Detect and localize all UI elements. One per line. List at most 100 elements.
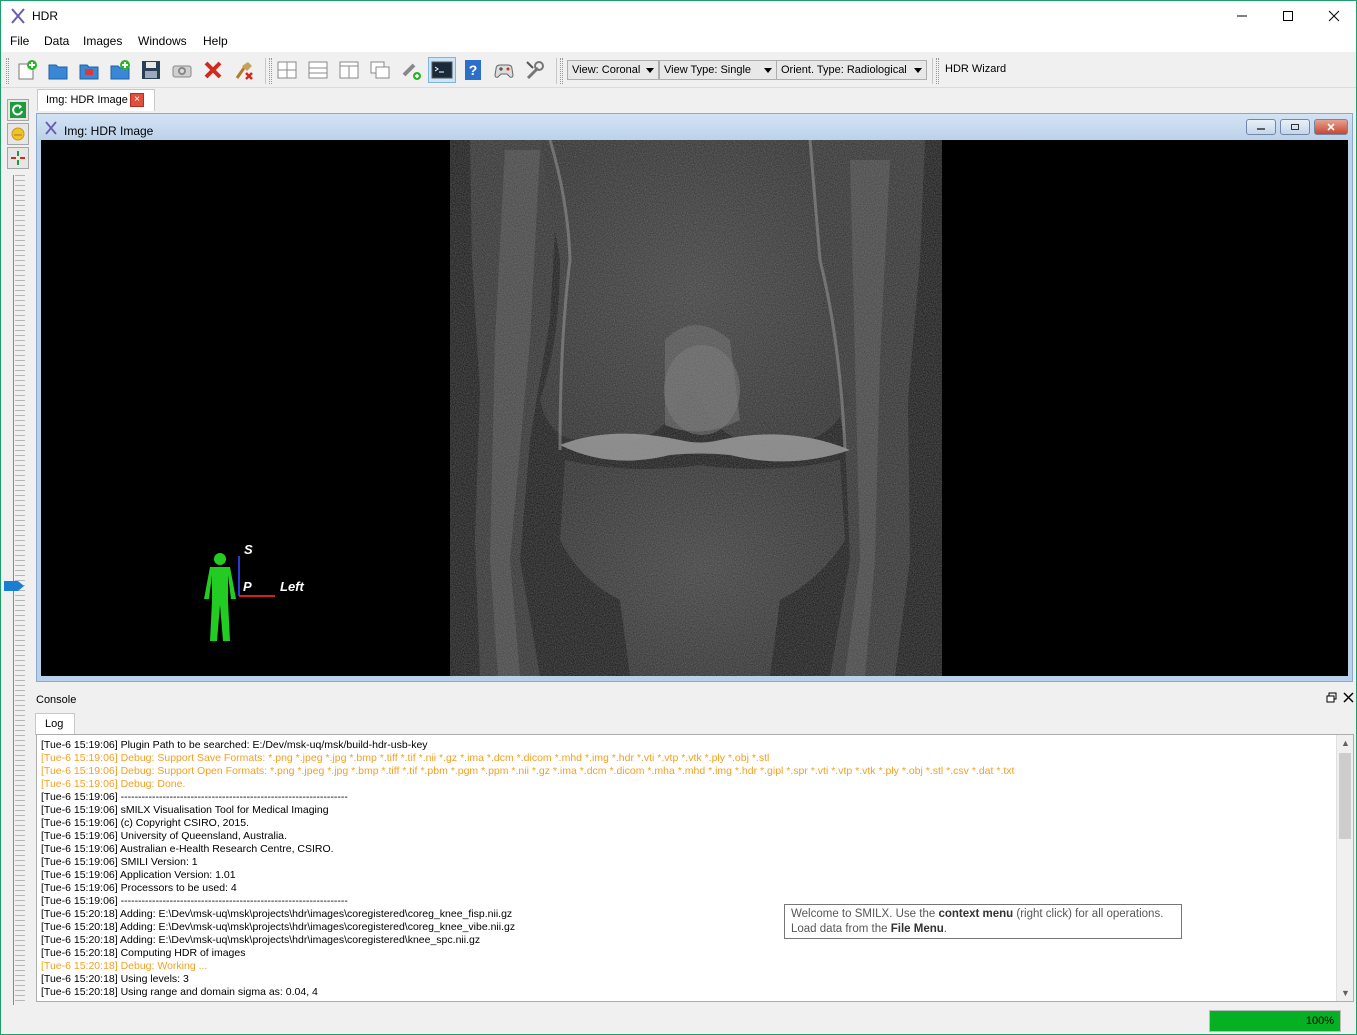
log-line: [Tue-6 15:19:06] -----------------------… — [41, 791, 348, 803]
svg-text:?: ? — [469, 62, 478, 78]
open-folder-button[interactable] — [44, 57, 72, 83]
view-type-select[interactable]: View Type: Single — [659, 60, 777, 80]
layout-cascade-button[interactable] — [366, 57, 394, 83]
log-line: [Tue-6 15:19:06] sMILX Visualisation Too… — [41, 804, 329, 816]
folder-icon — [48, 64, 68, 80]
orient-type-select-value: Orient. Type: Radiological — [781, 64, 907, 76]
layout-vertical-button[interactable] — [335, 57, 363, 83]
toolbar-grip[interactable] — [269, 58, 272, 84]
crosshair-button[interactable] — [7, 147, 29, 169]
scroll-up-button[interactable]: ▲ — [1337, 735, 1353, 751]
image-viewport[interactable]: S P Left — [41, 140, 1348, 676]
chevron-down-icon — [646, 68, 654, 73]
window-title: HDR — [32, 9, 58, 23]
main-toolbar: ? View: Coronal View Type: Single Orient… — [1, 52, 1356, 88]
delete-x-icon — [204, 61, 222, 79]
menu-bar: File Data Images Windows Help — [1, 31, 1356, 52]
subwindow-minimize-button[interactable] — [1246, 119, 1276, 135]
hdr-wizard-button[interactable]: HDR Wizard — [945, 63, 1006, 75]
close-icon — [1327, 123, 1335, 131]
restore-icon — [1291, 124, 1299, 130]
close-icon — [1328, 10, 1340, 22]
camera-icon — [172, 65, 192, 78]
layout-horizontal-button[interactable] — [304, 57, 332, 83]
log-line: [Tue-6 15:20:18] Computing HDR of images — [41, 947, 246, 959]
orientation-posterior-label: P — [243, 579, 252, 594]
help-button[interactable]: ? — [459, 57, 487, 83]
toolbar-separator — [265, 58, 266, 84]
games-button[interactable] — [490, 57, 518, 83]
folder-image-icon — [79, 64, 99, 80]
help-icon: ? — [465, 60, 481, 80]
link-windows-button[interactable] — [397, 57, 425, 83]
scrollbar-thumb[interactable] — [1339, 753, 1351, 839]
open-image-button[interactable] — [75, 57, 103, 83]
tab-log-label: Log — [45, 718, 64, 730]
view-select[interactable]: View: Coronal — [567, 60, 659, 80]
view-type-select-value: View Type: Single — [664, 64, 752, 76]
toolbar-grip[interactable] — [936, 58, 939, 84]
delete-button[interactable] — [199, 57, 227, 83]
maximize-button[interactable] — [1265, 1, 1311, 31]
log-line: [Tue-6 15:19:06] Australian e-Health Res… — [41, 843, 334, 855]
log-line: [Tue-6 15:20:18] Using range and domain … — [41, 986, 318, 998]
chevron-down-icon — [914, 68, 922, 73]
tooltip-text: Load data from the — [791, 923, 891, 935]
save-button[interactable] — [137, 57, 165, 83]
screenshot-button[interactable] — [168, 57, 196, 83]
subwindow-title-bar[interactable]: Img: HDR Image — [37, 114, 1352, 140]
toolbar-separator — [556, 58, 557, 84]
console-log-area[interactable]: [Tue-6 15:19:06] Plugin Path to be searc… — [36, 734, 1354, 1002]
orient-type-select[interactable]: Orient. Type: Radiological — [776, 60, 927, 80]
tooltip-line-2: Load data from the File Menu. — [791, 922, 1175, 937]
minimize-button[interactable] — [1219, 1, 1265, 31]
tooltip-text: Welcome to SMILX. Use the — [791, 908, 939, 920]
wrench-icon — [526, 61, 544, 80]
tools-button[interactable] — [521, 57, 549, 83]
knee-mri-slice — [450, 140, 942, 676]
menu-file[interactable]: File — [10, 34, 29, 48]
save-icon — [142, 61, 160, 79]
clear-button[interactable] — [230, 57, 258, 83]
log-line: [Tue-6 15:19:06] SMILI Version: 1 — [41, 856, 198, 868]
tab-log[interactable]: Log — [35, 713, 75, 735]
log-line: [Tue-6 15:19:06] Processors to be used: … — [41, 882, 237, 894]
app-window: HDR File Data Images Windows Help ? View… — [0, 0, 1357, 1035]
console-toggle-button[interactable] — [428, 57, 456, 83]
refresh-icon — [10, 102, 26, 118]
console-float-button[interactable] — [1326, 692, 1337, 706]
float-icon — [1326, 692, 1337, 703]
terminal-icon — [431, 61, 453, 79]
menu-windows[interactable]: Windows — [138, 34, 187, 48]
scroll-down-button[interactable]: ▼ — [1337, 985, 1353, 1001]
console-close-button[interactable] — [1343, 692, 1354, 706]
app-logo-icon — [45, 121, 57, 135]
tab-hdr-image[interactable]: Img: HDR Image × — [37, 89, 155, 111]
progress-label: 100% — [1305, 1015, 1334, 1027]
layout-horizontal-icon — [308, 61, 328, 79]
add-folder-button[interactable] — [106, 57, 134, 83]
close-button[interactable] — [1311, 1, 1357, 31]
close-icon — [1343, 692, 1354, 703]
tab-close-icon[interactable]: × — [130, 93, 144, 107]
orientation-left-label: Left — [280, 579, 304, 594]
menu-help[interactable]: Help — [203, 34, 228, 48]
refresh-button[interactable] — [7, 99, 29, 121]
log-scrollbar[interactable]: ▲ ▼ — [1336, 735, 1353, 1001]
subwindow-close-button[interactable] — [1314, 119, 1348, 135]
left-tool-dock — [4, 95, 31, 1005]
welcome-tooltip: Welcome to SMILX. Use the context menu (… — [784, 904, 1182, 939]
menu-data[interactable]: Data — [44, 34, 69, 48]
toolbar-grip[interactable] — [560, 58, 563, 84]
menu-images[interactable]: Images — [83, 34, 122, 48]
layout-quad-icon — [277, 61, 297, 79]
subwindow-restore-button[interactable] — [1280, 119, 1310, 135]
window-level-button[interactable] — [7, 123, 29, 145]
toolbar-grip[interactable] — [6, 58, 9, 84]
app-logo-icon — [11, 8, 25, 24]
new-file-button[interactable] — [13, 57, 41, 83]
image-subwindow: Img: HDR Image S P Left — [36, 113, 1353, 682]
log-line: [Tue-6 15:19:06] Debug: Support Open For… — [41, 765, 1015, 777]
layout-quad-button[interactable] — [273, 57, 301, 83]
subwindow-title: Img: HDR Image — [64, 124, 154, 138]
